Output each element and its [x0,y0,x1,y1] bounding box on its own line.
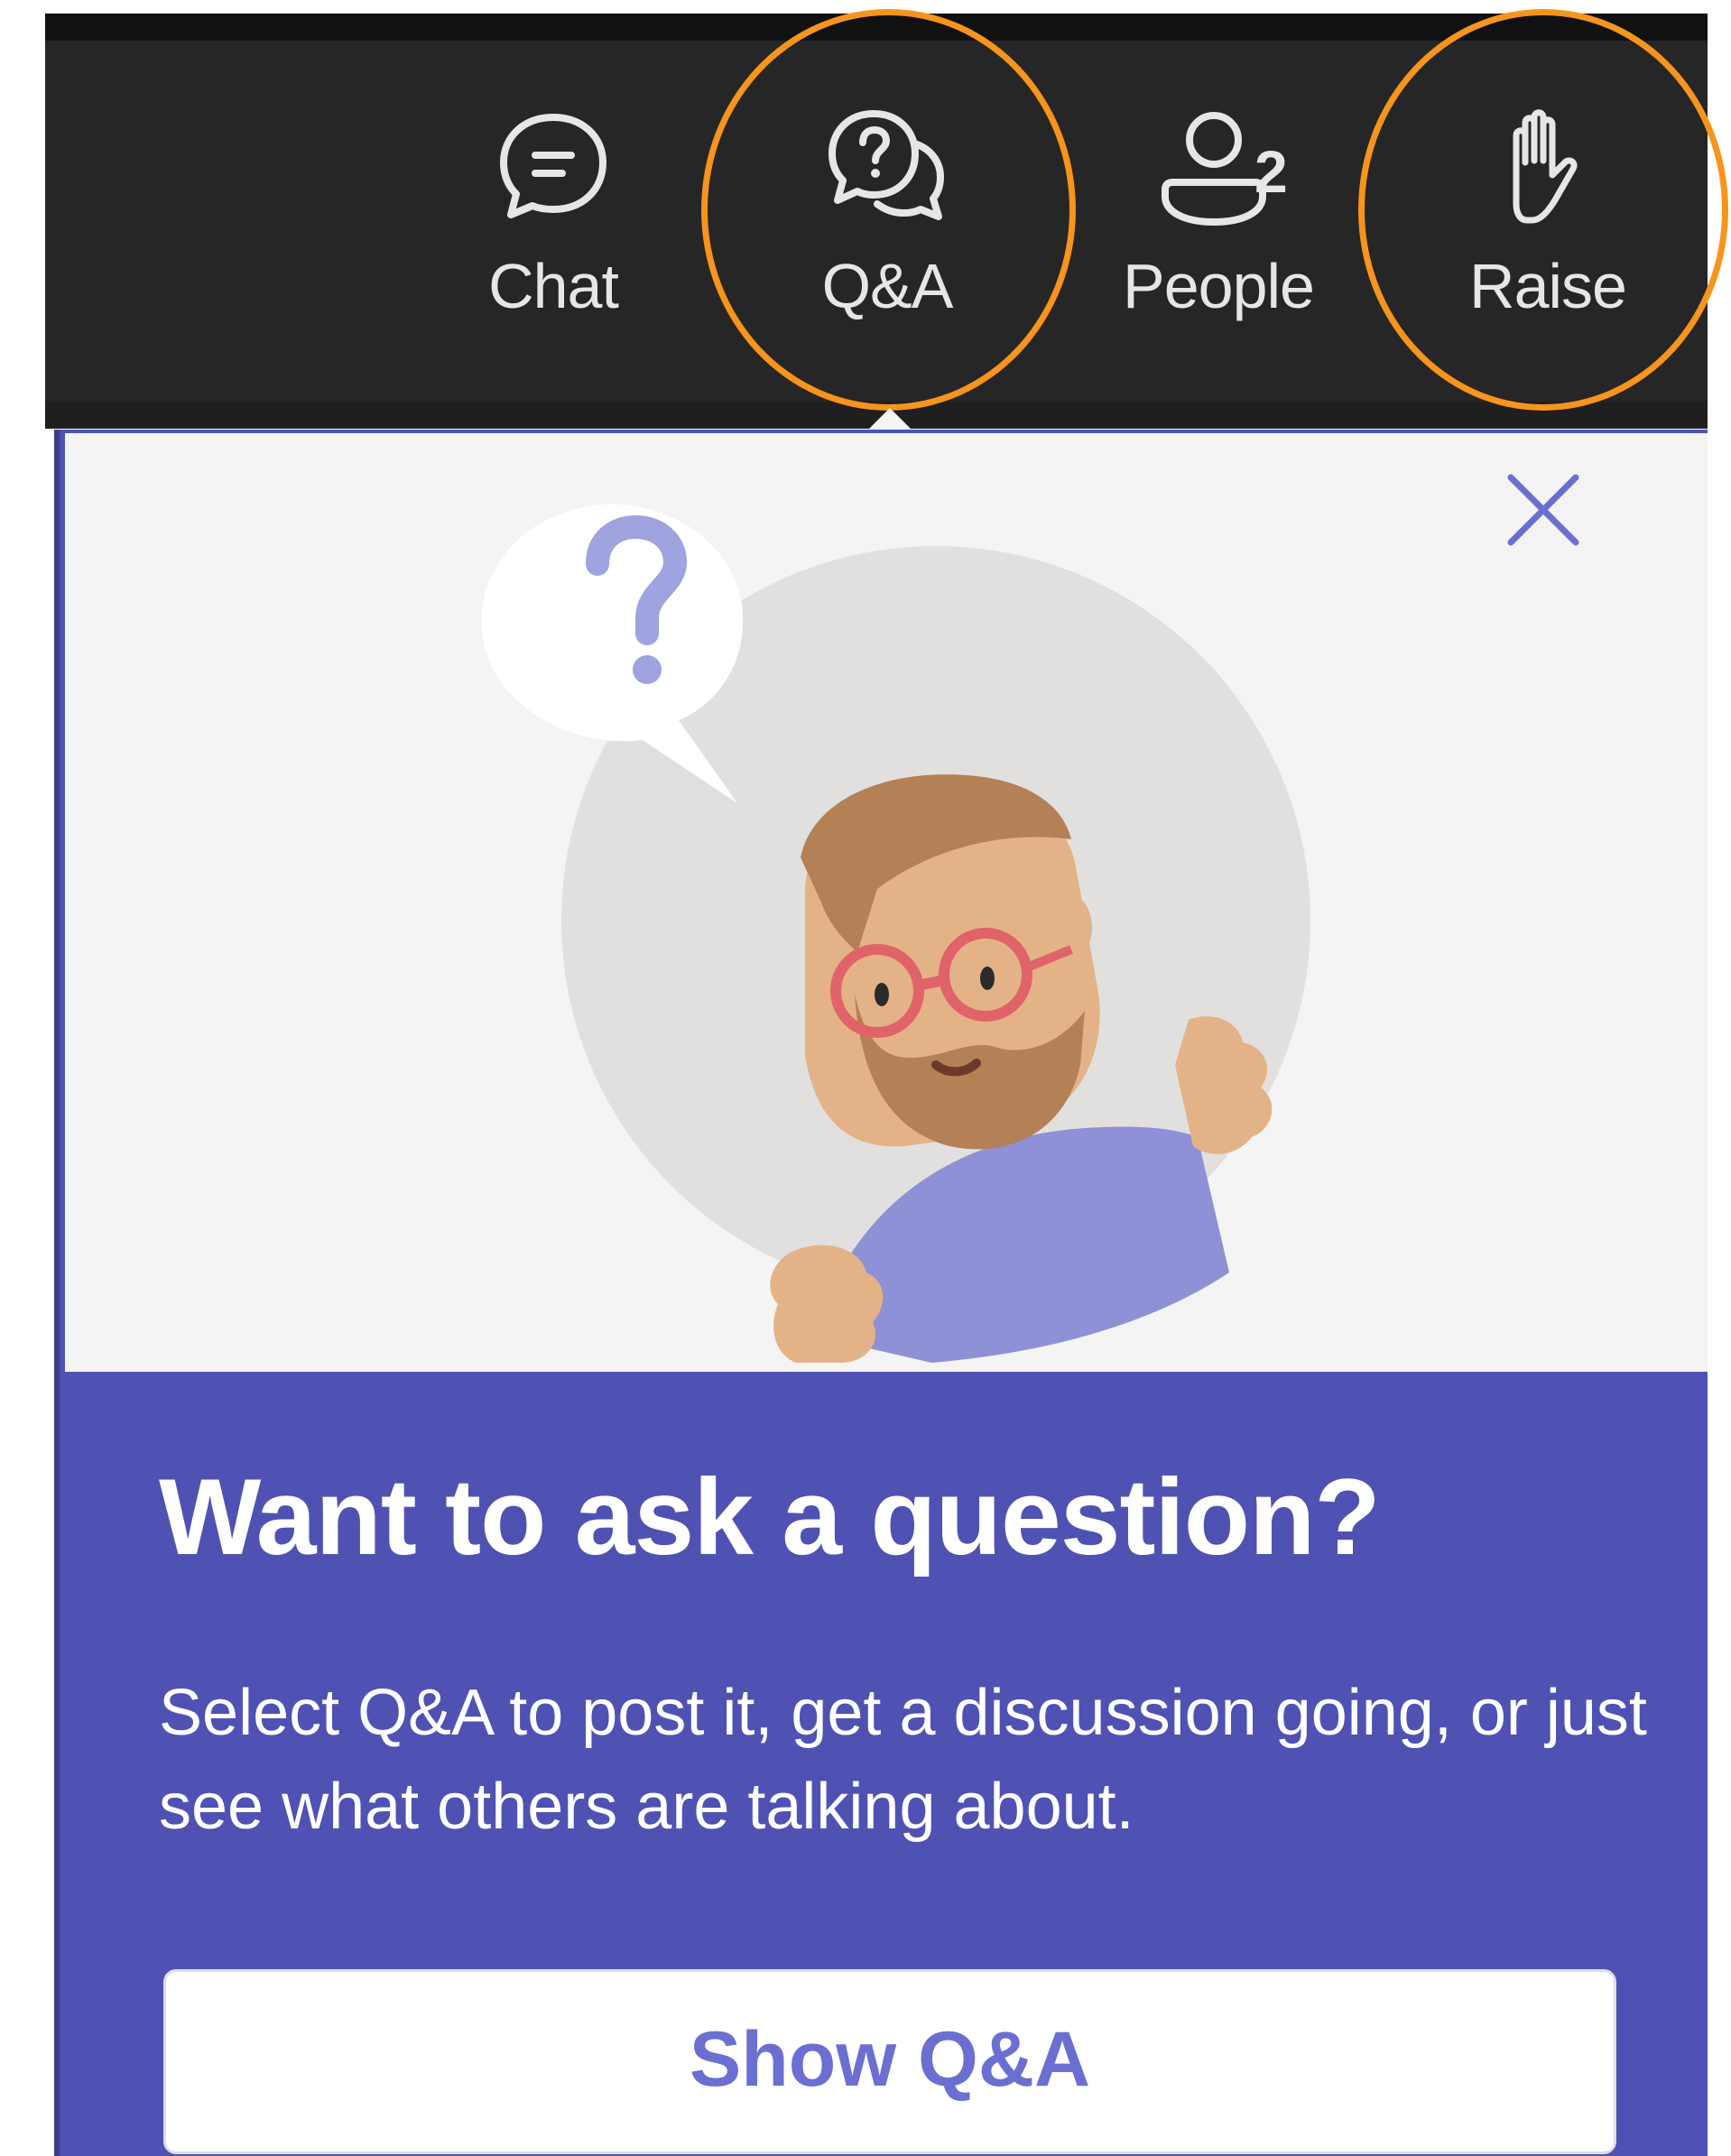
people-label: People [1123,251,1315,321]
show-qa-button[interactable]: Show Q&A [163,1969,1616,2154]
qa-icon [828,110,944,220]
people-count-badge: 2 [1254,138,1288,205]
chat-label: Chat [488,251,619,321]
popover-description: Select Q&A to post it, get a discussion … [159,1677,1647,1843]
qa-teaching-popover: Want to ask a question? Select Q&A to po… [54,430,1708,2156]
popover-title: Want to ask a question? [159,1457,1381,1578]
raise-hand-icon [1513,109,1578,224]
chat-icon [500,114,606,218]
close-popover-button[interactable] [1498,465,1588,555]
qa-label: Q&A [821,251,954,321]
close-icon [1507,474,1579,546]
teams-meeting-window: Chat Q&A People 2 Raise Want to ask a qu… [0,0,1731,2156]
popover-pointer [866,408,913,431]
person-question-illustration [481,504,1310,1363]
raise-hand-button[interactable]: Raise [1430,99,1665,352]
raise-label: Raise [1469,251,1627,321]
popover-illustration [65,433,1708,1372]
people-button[interactable]: People [1101,99,1336,352]
chat-button[interactable]: Chat [436,99,671,352]
qa-button[interactable]: Q&A [770,99,1004,352]
